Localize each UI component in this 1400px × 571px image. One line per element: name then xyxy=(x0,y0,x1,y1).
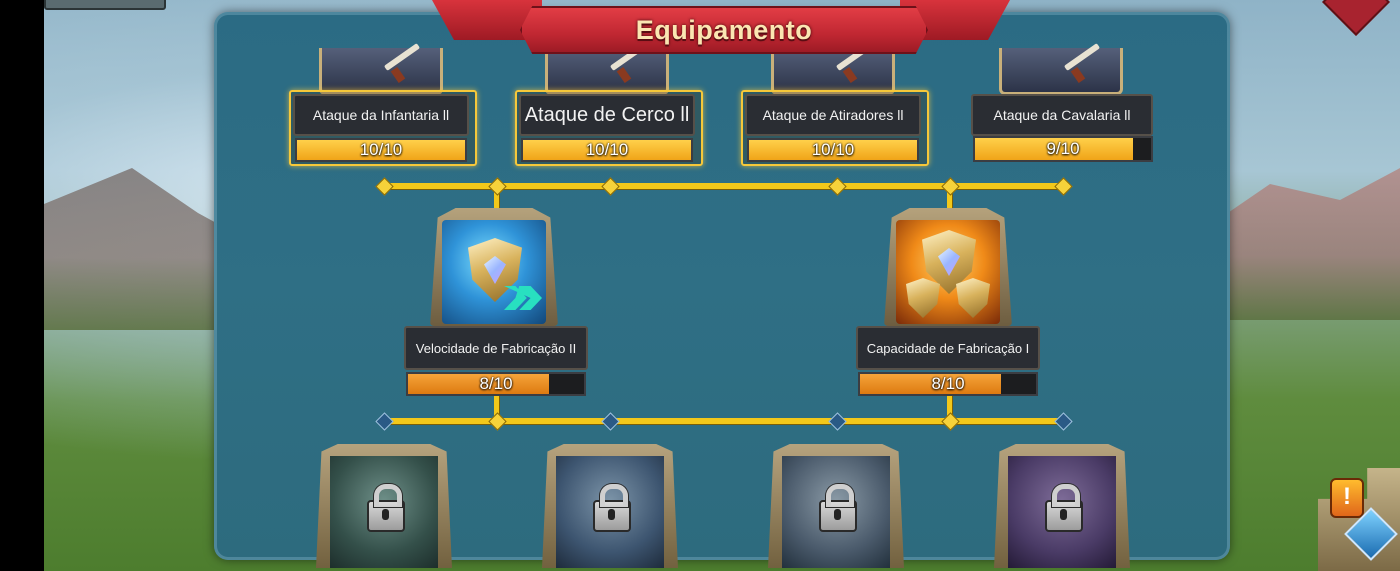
top-left-tab[interactable] xyxy=(44,0,166,10)
progress-text: 10/10 xyxy=(811,140,855,159)
progress-text: 8/10 xyxy=(931,374,965,393)
node-label-text: Ataque da Cavalaria ll xyxy=(993,107,1131,123)
node-label: Velocidade de Fabricação II xyxy=(404,326,588,370)
title-banner: Equipamento xyxy=(520,6,928,54)
lock-icon xyxy=(367,484,405,532)
locked-hero-3-icon xyxy=(782,456,890,568)
node-label-text: Ataque da Infantaria ll xyxy=(312,107,450,123)
node-label-text: Ataque de Atiradores ll xyxy=(762,107,904,123)
connector-line-bottom xyxy=(383,418,1063,424)
locked-hero-1-icon xyxy=(330,456,438,568)
node-label-text: Velocidade de Fabricação II xyxy=(415,340,577,356)
siege-sword-icon xyxy=(545,43,669,95)
node-label: Capacidade de Fabricação I xyxy=(856,326,1040,370)
progress-text: 8/10 xyxy=(479,374,513,393)
progress-text: 10/10 xyxy=(585,140,629,159)
infantry-sword-icon xyxy=(319,43,443,95)
progress-bar: 8/10 xyxy=(406,372,586,396)
page-title: Equipamento xyxy=(635,14,813,45)
node-label: Ataque de Cerco ll xyxy=(519,94,695,136)
node-label: Ataque de Atiradores ll xyxy=(745,94,921,136)
progress-bar: 10/10 xyxy=(747,138,919,162)
node-label-text: Capacidade de Fabricação I xyxy=(866,340,1030,356)
node-label: Ataque da Cavalaria ll xyxy=(971,94,1153,136)
progress-text: 10/10 xyxy=(359,140,403,159)
locked-hero-4-icon xyxy=(1008,456,1116,568)
cavalry-sword-icon xyxy=(999,43,1123,95)
research-node-crafting-speed[interactable]: Velocidade de Fabricação II 8/10 xyxy=(404,208,588,398)
progress-bar: 10/10 xyxy=(521,138,693,162)
node-label-text: Ataque de Cerco ll xyxy=(524,103,690,126)
lock-icon xyxy=(593,484,631,532)
progress-text: 9/10 xyxy=(1046,139,1080,158)
lock-icon xyxy=(1045,484,1083,532)
research-node-crafting-capacity[interactable]: Capacidade de Fabricação I 8/10 xyxy=(856,208,1042,398)
lock-icon xyxy=(819,484,857,532)
alert-icon[interactable]: ! xyxy=(1330,478,1364,518)
speed-shield-icon xyxy=(442,220,546,324)
locked-research-node-4[interactable] xyxy=(994,444,1130,568)
progress-bar: 9/10 xyxy=(973,136,1153,162)
connector-line-top xyxy=(383,183,1063,189)
node-frame xyxy=(430,208,558,326)
ranged-sword-icon xyxy=(771,43,895,95)
node-frame xyxy=(884,208,1012,326)
node-label: Ataque da Infantaria ll xyxy=(293,94,469,136)
locked-hero-2-icon xyxy=(556,456,664,568)
locked-research-node-1[interactable] xyxy=(316,444,452,568)
locked-research-node-3[interactable] xyxy=(768,444,904,568)
capacity-shields-icon xyxy=(896,220,1000,324)
locked-research-node-2[interactable] xyxy=(542,444,678,568)
progress-bar: 8/10 xyxy=(858,372,1038,396)
progress-bar: 10/10 xyxy=(295,138,467,162)
background-hill-right xyxy=(1200,168,1400,320)
